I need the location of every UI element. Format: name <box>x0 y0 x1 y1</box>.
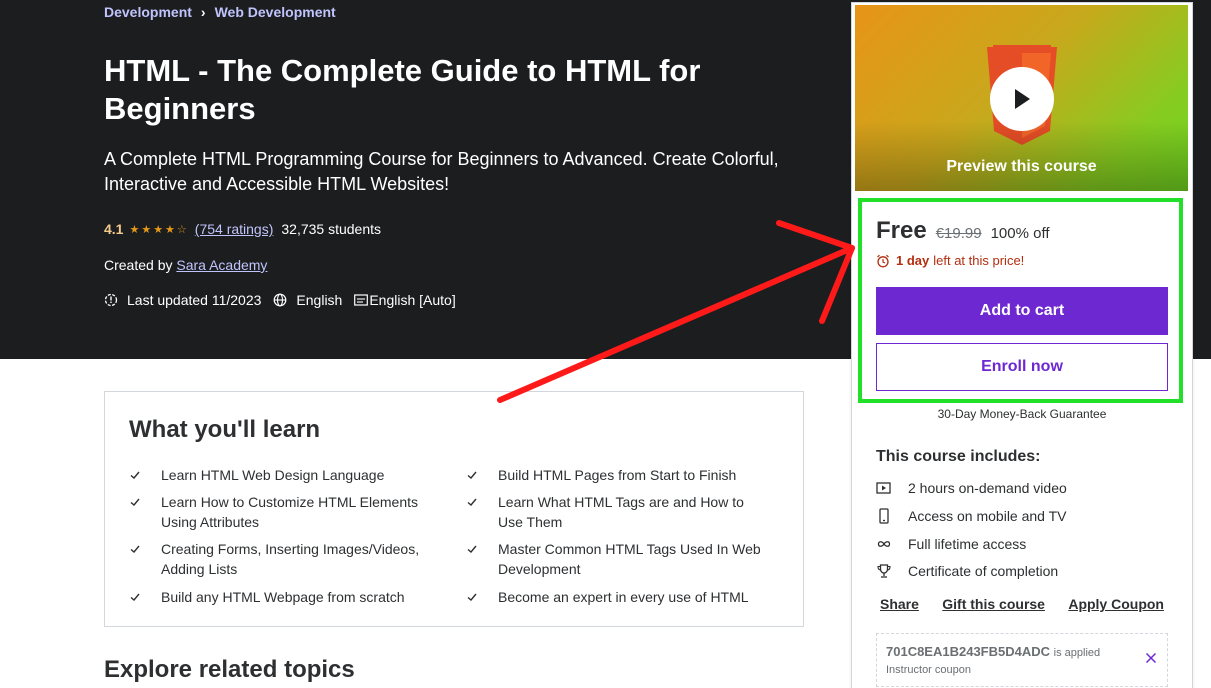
video-icon <box>876 482 891 494</box>
includes-title: This course includes: <box>876 448 1041 465</box>
alarm-clock-icon <box>877 254 889 267</box>
checkmark-icon <box>129 492 161 532</box>
course-meta: Last updated 11/2023 English English [Au… <box>104 292 456 308</box>
ratings-count-link[interactable]: (754 ratings) <box>195 221 274 237</box>
rating-row: 4.1 ★★★★☆ (754 ratings) 32,735 students <box>104 221 381 237</box>
close-icon[interactable] <box>1145 652 1157 664</box>
coupon-type: Instructor coupon <box>886 664 971 676</box>
current-price: Free <box>876 217 927 244</box>
students-count: 32,735 students <box>281 221 382 237</box>
discount-percent: 100% off <box>990 225 1050 242</box>
timer-days: 1 day <box>896 253 930 268</box>
created-by-label: Created by <box>104 257 173 273</box>
trophy-icon <box>877 564 891 578</box>
alert-badge-icon <box>104 293 118 307</box>
chevron-right-icon: › <box>200 4 206 20</box>
checkmark-icon <box>129 539 161 579</box>
rating-value: 4.1 <box>104 221 124 237</box>
share-link[interactable]: Share <box>880 596 919 612</box>
include-item-lifetime: Full lifetime access <box>876 536 1026 552</box>
include-item-mobile: Access on mobile and TV <box>876 508 1067 524</box>
breadcrumb-web-development[interactable]: Web Development <box>215 4 336 20</box>
checkmark-icon <box>466 492 498 532</box>
infinity-icon <box>877 541 891 547</box>
learn-item: Build HTML Pages from Start to Finish <box>466 465 768 486</box>
course-preview[interactable]: Preview this course <box>855 5 1188 191</box>
learn-item: Learn How to Customize HTML Elements Usi… <box>129 492 431 532</box>
include-item-certificate: Certificate of completion <box>876 563 1058 579</box>
checkmark-icon <box>466 539 498 579</box>
sidebar-links: Share Gift this course Apply Coupon <box>880 596 1164 612</box>
add-to-cart-button[interactable]: Add to cart <box>876 287 1168 335</box>
checkmark-icon <box>466 465 498 486</box>
captions-icon <box>354 294 369 306</box>
checkmark-icon <box>129 465 161 486</box>
play-icon <box>1015 89 1030 109</box>
learn-item: Creating Forms, Inserting Images/Videos,… <box>129 539 431 579</box>
include-item-video: 2 hours on-demand video <box>876 480 1067 496</box>
apply-coupon-link[interactable]: Apply Coupon <box>1068 596 1164 612</box>
mobile-icon <box>879 508 889 524</box>
author-link[interactable]: Sara Academy <box>176 257 267 273</box>
last-updated: Last updated 11/2023 <box>127 292 262 308</box>
course-subtitle: A Complete HTML Programming Course for B… <box>104 149 779 194</box>
learn-title: What you'll learn <box>129 416 321 443</box>
preview-label[interactable]: Preview this course <box>855 158 1188 176</box>
course-title: HTML - The Complete Guide to HTML for Be… <box>104 53 701 126</box>
created-by: Created by Sara Academy <box>104 257 267 273</box>
price-row: Free €19.99 100% off <box>876 217 1050 245</box>
star-rating-icon: ★★★★☆ <box>129 223 189 236</box>
coupon-code: 701C8EA1B243FB5D4ADC <box>886 644 1051 659</box>
language: English <box>296 292 343 308</box>
breadcrumb-development[interactable]: Development <box>104 4 192 20</box>
coupon-applied-text: is applied <box>1053 647 1101 659</box>
globe-icon <box>274 293 287 307</box>
breadcrumb: Development › Web Development <box>104 4 336 20</box>
price-timer: 1 day left at this price! <box>876 253 1024 268</box>
coupon-code-line: 701C8EA1B243FB5D4ADC is applied <box>886 644 1100 659</box>
what-youll-learn-box: What you'll learn Learn HTML Web Design … <box>104 391 804 627</box>
preview-gradient-overlay <box>855 121 1188 191</box>
learn-item: Become an expert in every use of HTML <box>466 587 768 608</box>
applied-coupon: 701C8EA1B243FB5D4ADC is applied Instruct… <box>876 633 1168 687</box>
original-price: €19.99 <box>935 225 982 242</box>
money-back-guarantee: 30-Day Money-Back Guarantee <box>937 407 1107 421</box>
captions: English [Auto] <box>369 292 456 308</box>
learn-item: Learn HTML Web Design Language <box>129 465 431 486</box>
gift-course-link[interactable]: Gift this course <box>942 596 1045 612</box>
explore-related-topics-heading: Explore related topics <box>104 656 355 683</box>
timer-text: left at this price! <box>933 253 1025 268</box>
checkmark-icon <box>466 587 498 608</box>
enroll-now-button[interactable]: Enroll now <box>876 343 1168 391</box>
play-button[interactable] <box>990 67 1054 131</box>
learn-item: Build any HTML Webpage from scratch <box>129 587 431 608</box>
purchase-sidebar: Preview this course Free €19.99 100% off… <box>851 2 1193 688</box>
checkmark-icon <box>129 587 161 608</box>
learn-item: Learn What HTML Tags are and How to Use … <box>466 492 768 532</box>
learn-item: Master Common HTML Tags Used In Web Deve… <box>466 539 768 579</box>
